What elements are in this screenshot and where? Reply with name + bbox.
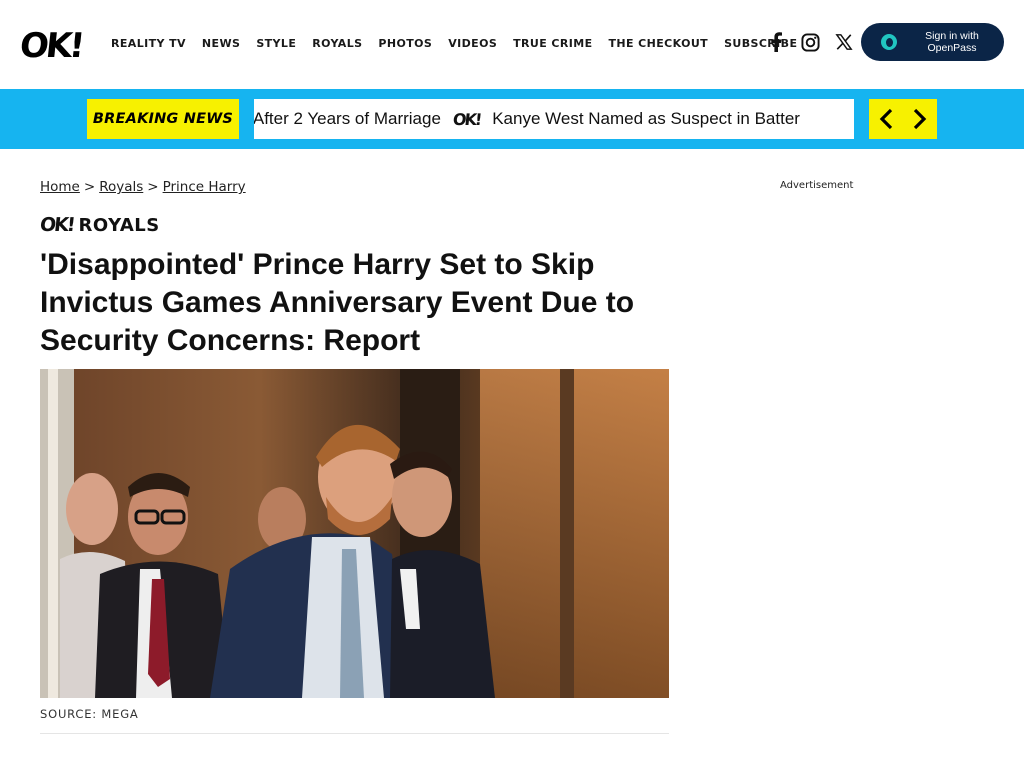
breadcrumb-royals[interactable]: Royals: [99, 179, 143, 195]
nav-photos[interactable]: PHOTOS: [378, 37, 432, 51]
main-nav: REALITY TV NEWS STYLE ROYALS PHOTOS VIDE…: [111, 37, 813, 51]
breadcrumb: Home > Royals > Prince Harry: [40, 179, 246, 195]
nav-videos[interactable]: VIDEOS: [448, 37, 497, 51]
article-headline: 'Disappointed' Prince Harry Set to Skip …: [40, 248, 635, 357]
site-logo[interactable]: OK!: [18, 26, 84, 66]
breaking-news-bar: BREAKING NEWS orce After 2 Years of Marr…: [0, 89, 1024, 149]
nav-reality-tv[interactable]: REALITY TV: [111, 37, 186, 51]
nav-style[interactable]: STYLE: [256, 37, 296, 51]
nav-the-checkout[interactable]: THE CHECKOUT: [609, 37, 709, 51]
hero-image: [40, 369, 669, 698]
nav-news[interactable]: NEWS: [202, 37, 240, 51]
breadcrumb-prince-harry[interactable]: Prince Harry: [163, 179, 246, 195]
breadcrumb-home[interactable]: Home: [40, 179, 80, 195]
openpass-signin-button[interactable]: Sign in with OpenPass: [861, 23, 1004, 61]
signin-label: Sign in with OpenPass: [925, 30, 979, 54]
breaking-news-label: BREAKING NEWS: [87, 99, 239, 139]
image-source-credit: SOURCE: MEGA: [40, 707, 139, 721]
openpass-icon: [881, 34, 897, 50]
x-icon[interactable]: [833, 31, 855, 53]
nav-royals[interactable]: ROYALS: [312, 37, 362, 51]
news-ticker: orce After 2 Years of Marriage OK! Kanye…: [254, 99, 854, 139]
site-header: OK! REALITY TV NEWS STYLE ROYALS PHOTOS …: [0, 0, 1024, 88]
facebook-icon[interactable]: [765, 31, 787, 53]
section-tag[interactable]: OK! ROYALS: [38, 214, 160, 236]
nav-true-crime[interactable]: TRUE CRIME: [513, 37, 592, 51]
ticker-prev-arrow-icon[interactable]: [877, 107, 895, 131]
ticker-controls: [869, 99, 937, 139]
section-logo: OK!: [38, 214, 75, 236]
ticker-item[interactable]: Kanye West Named as Suspect in Batter: [492, 109, 800, 129]
instagram-icon[interactable]: [799, 31, 821, 53]
ticker-item[interactable]: orce After 2 Years of Marriage: [254, 109, 441, 129]
advertisement-label: Advertisement: [780, 180, 854, 191]
ticker-next-arrow-icon[interactable]: [911, 107, 929, 131]
social-links: [765, 31, 855, 53]
divider: [40, 733, 669, 734]
ticker-logo: OK!: [451, 109, 482, 129]
section-name: ROYALS: [78, 214, 160, 236]
